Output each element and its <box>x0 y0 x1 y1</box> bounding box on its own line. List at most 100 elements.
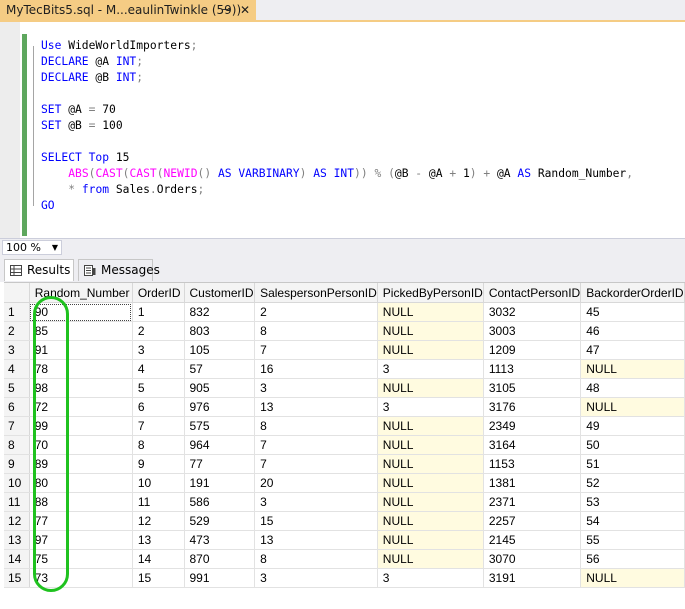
row-number[interactable]: 15 <box>4 568 30 588</box>
grid-cell[interactable]: NULL <box>377 321 484 341</box>
table-row[interactable]: 11 88 11 586 3 NULL 2371 53 <box>4 492 685 512</box>
grid-cell[interactable]: NULL <box>377 378 484 398</box>
column-header[interactable]: PickedByPersonID <box>377 283 484 303</box>
grid-cell[interactable]: 56 <box>580 549 685 569</box>
grid-cell[interactable]: 6 <box>132 397 185 417</box>
grid-cell[interactable]: NULL <box>377 530 484 550</box>
row-number[interactable]: 9 <box>4 454 30 474</box>
grid-cell[interactable]: 78 <box>29 359 133 379</box>
grid-cell[interactable]: 803 <box>184 321 256 341</box>
grid-cell[interactable]: 99 <box>29 416 133 436</box>
grid-cell[interactable]: NULL <box>580 568 685 588</box>
grid-cell[interactable]: 77 <box>184 454 256 474</box>
column-header[interactable]: ContactPersonID <box>483 283 582 303</box>
row-number[interactable]: 6 <box>4 397 30 417</box>
grid-cell[interactable]: NULL <box>580 397 685 417</box>
grid-cell[interactable]: 98 <box>29 378 133 398</box>
grid-cell[interactable]: 1 <box>132 302 185 322</box>
grid-cell[interactable]: NULL <box>377 473 484 493</box>
grid-cell[interactable]: 15 <box>254 511 378 531</box>
grid-cell[interactable]: 3032 <box>483 302 582 322</box>
grid-cell[interactable]: 2257 <box>483 511 582 531</box>
grid-cell[interactable]: 3 <box>132 340 185 360</box>
grid-cell[interactable]: 3105 <box>483 378 582 398</box>
grid-cell[interactable]: 964 <box>184 435 256 455</box>
grid-cell[interactable]: 55 <box>580 530 685 550</box>
row-number[interactable]: 11 <box>4 492 30 512</box>
grid-cell[interactable]: 46 <box>580 321 685 341</box>
grid-cell[interactable]: 7 <box>254 454 378 474</box>
grid-cell[interactable]: 13 <box>132 530 185 550</box>
table-row[interactable]: 10 80 10 191 20 NULL 1381 52 <box>4 473 685 493</box>
row-number[interactable]: 4 <box>4 359 30 379</box>
row-number[interactable]: 1 <box>4 302 30 322</box>
grid-cell[interactable]: 53 <box>580 492 685 512</box>
grid-cell[interactable]: 75 <box>29 549 133 569</box>
row-number[interactable]: 2 <box>4 321 30 341</box>
code-line[interactable]: SELECT Top 15 <box>41 150 129 166</box>
row-number[interactable]: 10 <box>4 473 30 493</box>
column-header[interactable]: Random_Number <box>29 283 133 303</box>
grid-cell[interactable]: 8 <box>254 549 378 569</box>
code-line[interactable]: Use WideWorldImporters; <box>41 38 197 54</box>
grid-cell[interactable]: 5 <box>132 378 185 398</box>
grid-cell[interactable]: 14 <box>132 549 185 569</box>
grid-cell[interactable]: 3003 <box>483 321 582 341</box>
grid-cell[interactable]: 80 <box>29 473 133 493</box>
grid-cell[interactable]: 3 <box>254 568 378 588</box>
tab-results[interactable]: Results <box>4 259 74 281</box>
code-line[interactable]: * from Sales.Orders; <box>41 182 204 198</box>
grid-cell[interactable]: 2145 <box>483 530 582 550</box>
column-header[interactable]: CustomerID <box>184 283 256 303</box>
grid-cell[interactable]: 7 <box>254 340 378 360</box>
row-number[interactable]: 13 <box>4 530 30 550</box>
grid-cell[interactable]: 586 <box>184 492 256 512</box>
table-row[interactable]: 6 72 6 976 13 3 3176 NULL <box>4 397 685 417</box>
grid-cell[interactable]: 15 <box>132 568 185 588</box>
grid-cell[interactable]: 2 <box>132 321 185 341</box>
table-row[interactable]: 13 97 13 473 13 NULL 2145 55 <box>4 530 685 550</box>
grid-cell[interactable]: 48 <box>580 378 685 398</box>
grid-cell[interactable]: 13 <box>254 530 378 550</box>
row-number[interactable]: 7 <box>4 416 30 436</box>
grid-cell[interactable]: 473 <box>184 530 256 550</box>
grid-cell[interactable]: 991 <box>184 568 256 588</box>
column-header[interactable]: BackorderOrderID <box>580 283 685 303</box>
code-line[interactable]: DECLARE @A INT; <box>41 54 143 70</box>
grid-cell[interactable]: NULL <box>377 549 484 569</box>
grid-cell[interactable]: 11 <box>132 492 185 512</box>
grid-cell[interactable]: 1381 <box>483 473 582 493</box>
grid-cell[interactable]: 870 <box>184 549 256 569</box>
column-header[interactable]: OrderID <box>132 283 185 303</box>
grid-cell[interactable]: 97 <box>29 530 133 550</box>
grid-cell[interactable]: 9 <box>132 454 185 474</box>
grid-cell[interactable]: 3 <box>254 492 378 512</box>
grid-cell[interactable]: 72 <box>29 397 133 417</box>
grid-cell[interactable]: 90 <box>29 302 133 322</box>
grid-cell[interactable]: NULL <box>377 302 484 322</box>
grid-cell[interactable]: 3070 <box>483 549 582 569</box>
zoom-dropdown[interactable]: 100 % ▼ <box>2 240 62 255</box>
grid-cell[interactable]: 1209 <box>483 340 582 360</box>
table-row[interactable]: 7 99 7 575 8 NULL 2349 49 <box>4 416 685 436</box>
grid-cell[interactable]: NULL <box>377 340 484 360</box>
grid-corner[interactable] <box>4 283 30 303</box>
grid-cell[interactable]: 3164 <box>483 435 582 455</box>
grid-cell[interactable]: 49 <box>580 416 685 436</box>
table-row[interactable]: 4 78 4 57 16 3 1113 NULL <box>4 359 685 379</box>
row-number[interactable]: 5 <box>4 378 30 398</box>
code-line[interactable]: DECLARE @B INT; <box>41 70 143 86</box>
table-row[interactable]: 14 75 14 870 8 NULL 3070 56 <box>4 549 685 569</box>
table-row[interactable]: 15 73 15 991 3 3 3191 NULL <box>4 568 685 588</box>
grid-cell[interactable]: 52 <box>580 473 685 493</box>
grid-cell[interactable]: NULL <box>377 511 484 531</box>
grid-cell[interactable]: 7 <box>132 416 185 436</box>
grid-cell[interactable]: 77 <box>29 511 133 531</box>
grid-cell[interactable]: 73 <box>29 568 133 588</box>
table-row[interactable]: 3 91 3 105 7 NULL 1209 47 <box>4 340 685 360</box>
code-line[interactable]: ABS(CAST(CAST(NEWID() AS VARBINARY) AS I… <box>41 166 633 182</box>
close-icon[interactable]: ✕ <box>240 0 250 20</box>
table-row[interactable]: 8 70 8 964 7 NULL 3164 50 <box>4 435 685 455</box>
results-grid[interactable]: Random_Number OrderID CustomerID Salesperso… <box>4 282 685 609</box>
grid-cell[interactable]: NULL <box>580 359 685 379</box>
